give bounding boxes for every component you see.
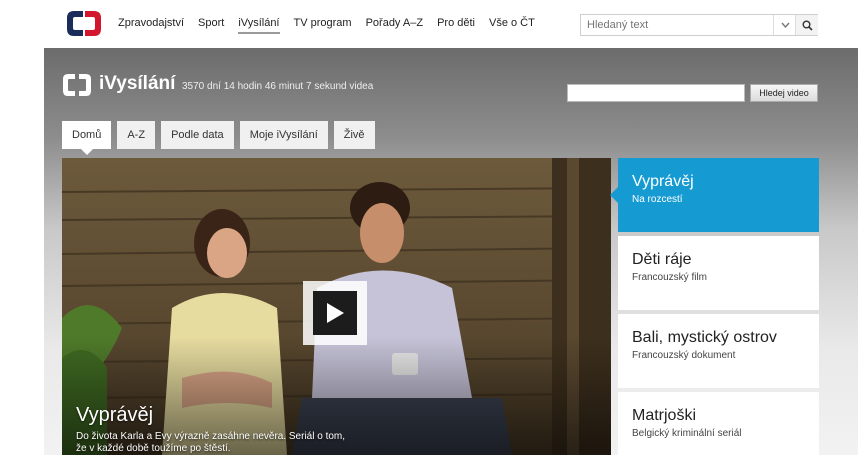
tab-moje-ivysilani[interactable]: Moje iVysílání <box>239 121 328 149</box>
nav-item-tv-program[interactable]: TV program <box>294 17 352 29</box>
video-search-button[interactable]: Hledej video <box>750 84 818 102</box>
featured-item-subtitle: Belgický kriminální seriál <box>632 428 742 439</box>
main-nav: Zpravodajství Sport iVysílání TV program… <box>118 17 549 34</box>
featured-item-subtitle: Na rozcestí <box>632 194 683 205</box>
video-search-input[interactable] <box>567 84 745 102</box>
tab-podle-data[interactable]: Podle data <box>161 121 234 149</box>
nav-item-pro-deti[interactable]: Pro děti <box>437 17 475 29</box>
featured-description: Do života Karla a Evy výrazně zasáhne ne… <box>76 431 346 454</box>
play-icon <box>327 303 344 323</box>
search-scope-dropdown[interactable] <box>773 15 796 35</box>
nav-item-sport[interactable]: Sport <box>198 17 224 29</box>
featured-item-subtitle: Francouzský film <box>632 272 708 283</box>
search-icon <box>802 20 813 31</box>
featured-item-subtitle: Francouzský dokument <box>632 350 736 361</box>
ivysilani-title[interactable]: iVysílání <box>99 73 175 95</box>
featured-item-title: Děti ráje <box>632 251 692 268</box>
nav-item-vse-o-ct[interactable]: Vše o ČT <box>489 17 535 29</box>
play-button[interactable] <box>303 281 367 345</box>
featured-item[interactable]: Bali, mystický ostrov Francouzský dokume… <box>618 314 819 388</box>
ivysilani-logo-icon[interactable] <box>62 73 92 97</box>
featured-title[interactable]: Vyprávěj <box>76 404 356 427</box>
featured-item-title: Matrjoški <box>632 407 697 424</box>
chevron-down-icon <box>780 22 790 28</box>
site-search-button[interactable] <box>795 15 818 35</box>
tab-zive[interactable]: Živě <box>333 121 375 149</box>
featured-item[interactable]: Děti ráje Francouzský film <box>618 236 819 310</box>
featured-list: Vyprávěj Na rozcestí Děti ráje Francouzs… <box>610 158 819 470</box>
nav-item-zpravodajstvi[interactable]: Zpravodajství <box>118 17 184 29</box>
nav-item-ivysilani[interactable]: iVysílání <box>238 17 280 34</box>
featured-item-title: Bali, mystický ostrov <box>632 329 777 346</box>
tab-domu[interactable]: Domů <box>62 121 112 155</box>
tab-a-z[interactable]: A-Z <box>117 121 156 149</box>
section-tabs: Domů A-Z Podle data Moje iVysílání Živě <box>62 121 381 155</box>
featured-caption: Vyprávěj Do života Karla a Evy výrazně z… <box>76 404 356 455</box>
top-bar: Zpravodajství Sport iVysílání TV program… <box>0 0 858 48</box>
video-duration-counter: 3570 dní 14 hodin 46 minut 7 sekund vide… <box>182 81 374 92</box>
site-search-input[interactable] <box>581 15 773 35</box>
site-search <box>580 14 818 36</box>
ct-logo-icon[interactable] <box>66 10 102 37</box>
featured-item[interactable]: Vyprávěj Na rozcestí <box>610 158 819 232</box>
nav-item-porady-a-z[interactable]: Pořady A–Z <box>366 17 423 29</box>
featured-item-title: Vyprávěj <box>632 173 694 190</box>
